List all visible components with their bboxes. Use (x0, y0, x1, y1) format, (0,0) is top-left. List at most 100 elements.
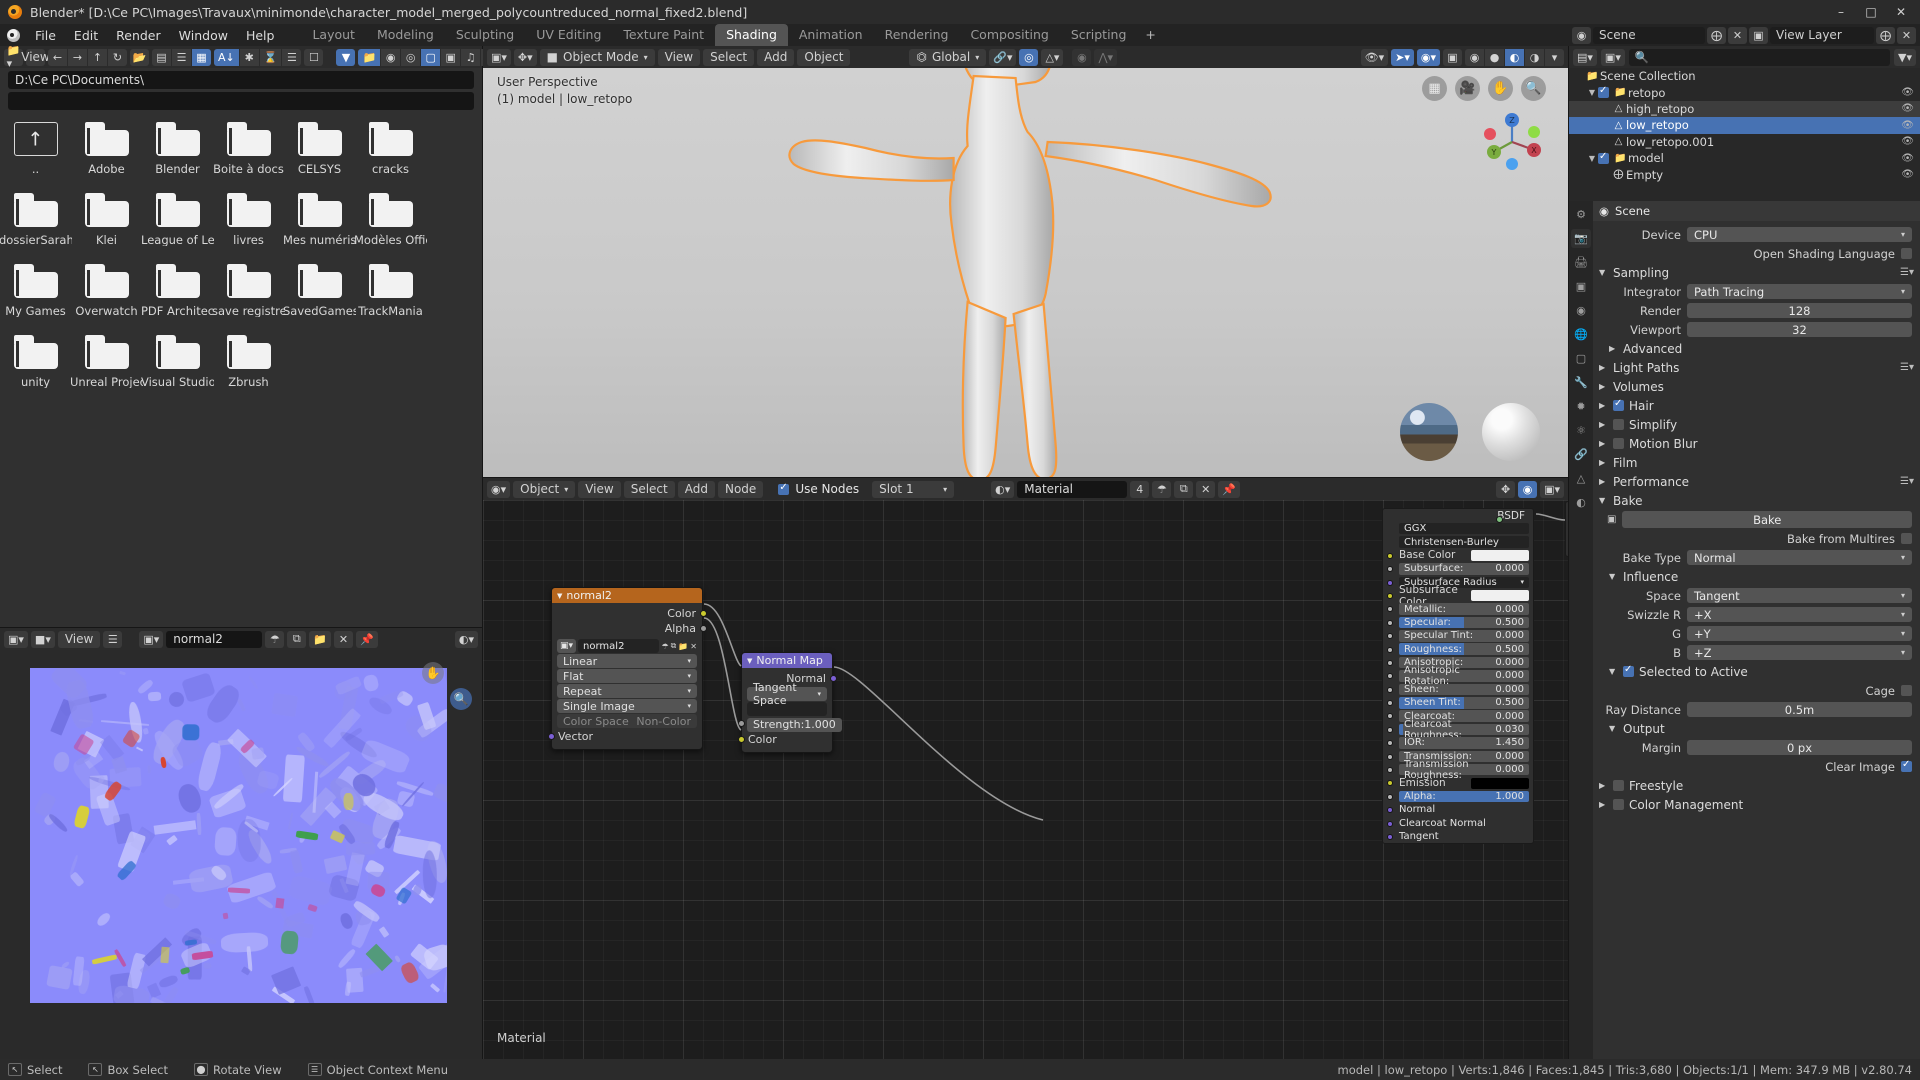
bsdf-socket[interactable] (1387, 794, 1393, 800)
sort-alpha-icon[interactable]: A↓ (214, 49, 239, 66)
socket-alpha[interactable] (700, 625, 707, 632)
section-presets-icon[interactable]: ☰▾ (1900, 476, 1914, 487)
shading-options-icon[interactable]: ▾ (1545, 49, 1564, 66)
scene-datablock-icon[interactable]: ◉ (1572, 27, 1591, 44)
open-icon[interactable]: 📁 (309, 631, 331, 648)
bsdf-param-row[interactable]: IOR: 1.450 (1383, 736, 1533, 749)
scene-field[interactable]: Scene (1593, 27, 1705, 44)
close-button[interactable]: ✕ (1886, 0, 1916, 24)
bake-from-multires-checkbox[interactable] (1901, 533, 1912, 544)
swizzle-g-dropdown[interactable]: +Y (1687, 626, 1912, 641)
thumbnail-grid-icon[interactable]: ▦ (192, 49, 211, 66)
pin-icon[interactable]: 📌 (356, 631, 378, 648)
filter-image-icon[interactable]: ▢ (421, 49, 440, 66)
image-name-field[interactable]: normal2 (166, 631, 262, 648)
bsdf-param-row[interactable]: Base Color (1383, 549, 1533, 562)
projection-dropdown[interactable]: Flat ▾ (557, 669, 697, 683)
socket-vector[interactable] (548, 733, 555, 740)
socket-strength[interactable] (738, 720, 745, 727)
hamburger-icon[interactable]: ☰ (103, 631, 122, 648)
node-input-vector[interactable]: Vector (552, 729, 702, 744)
object-tab[interactable]: ▢ (1571, 349, 1591, 368)
view-layer-mode-icon[interactable]: ▣▾ (1601, 49, 1625, 66)
hand-icon[interactable]: ✋ (422, 662, 444, 684)
bsdf-param-row[interactable]: Normal (1383, 803, 1533, 816)
socket-color-in[interactable] (738, 736, 745, 743)
bsdf-socket[interactable] (1387, 633, 1393, 639)
outliner-row[interactable]: △ low_retopo 👁 (1569, 117, 1920, 133)
normal-space-dropdown[interactable]: Tangent Space ▾ (747, 687, 827, 701)
file-path-input[interactable]: D:\Ce PC\Documents\ (8, 71, 474, 89)
osl-checkbox[interactable] (1901, 248, 1912, 259)
filter-blend-backup-icon[interactable]: ◎ (401, 49, 420, 66)
colorspace-dropdown[interactable]: Color Space Non-Color (557, 714, 697, 728)
bsdf-socket[interactable] (1387, 713, 1393, 719)
bsdf-param-row[interactable]: Subsurface: 0.000 (1383, 562, 1533, 575)
material-name-field[interactable]: Material (1017, 481, 1127, 498)
box-select-icon[interactable]: ☐ (304, 49, 323, 66)
hand-icon[interactable]: ✋ (1488, 76, 1513, 101)
tab-add-workspace[interactable]: + (1137, 24, 1163, 46)
bsdf-param-row[interactable]: Subsurface Color (1383, 589, 1533, 602)
output-header[interactable]: ▼ Output (1593, 719, 1920, 738)
collapse-triangle-icon[interactable]: ▼ (747, 657, 752, 665)
material-datablock-icon[interactable]: ◐▾ (991, 481, 1014, 498)
new-scene-icon[interactable]: ⨁ (1707, 27, 1726, 44)
bsdf-param-row[interactable]: Anisotropic Rotation: 0.000 (1383, 669, 1533, 682)
source-dropdown[interactable]: Single Image ▾ (557, 699, 697, 713)
node-principled-bsdf[interactable]: BSDF GGX Christensen-Burley Base Color Su… (1382, 508, 1534, 844)
extension-dropdown[interactable]: Repeat ▾ (557, 684, 697, 698)
render-samples-value[interactable]: 128 (1687, 303, 1912, 318)
file-item[interactable]: save registre (213, 264, 284, 317)
viewport-3d[interactable]: ▣▾ ✥▾ ■ Object Mode ▾ View Select Add Ob… (483, 46, 1568, 478)
blender-menu-icon[interactable] (0, 24, 26, 46)
sort-size-icon[interactable]: ☰ (282, 49, 301, 66)
shader-menu-view[interactable]: View (578, 481, 620, 498)
file-item[interactable]: unity (0, 335, 71, 388)
bsdf-socket[interactable] (1387, 660, 1393, 666)
properties-section-header[interactable]: ▶ Simplify (1593, 415, 1920, 434)
image-datablock-icon[interactable]: ▣▾ (139, 631, 163, 648)
properties-section-header[interactable]: ▶ Volumes (1593, 377, 1920, 396)
sort-ext-icon[interactable]: ✱ (240, 49, 259, 66)
filter-folder-icon[interactable]: 📁 (358, 49, 380, 66)
node-snap-icon[interactable]: ✥ (1496, 481, 1515, 498)
new-viewlayer-icon[interactable]: ⨁ (1876, 27, 1895, 44)
advanced-header[interactable]: ▶ Advanced (1593, 339, 1920, 358)
node-input-color[interactable]: Color (742, 732, 832, 747)
integrator-dropdown[interactable]: Path Tracing (1687, 284, 1912, 299)
world-tab[interactable]: 🌐 (1571, 325, 1591, 344)
file-item[interactable]: My Games (0, 264, 71, 317)
outliner-row[interactable]: △ low_retopo.001 👁 (1569, 134, 1920, 150)
tab-scripting[interactable]: Scripting (1060, 24, 1138, 46)
bsdf-param-row[interactable]: Metallic: 0.000 (1383, 602, 1533, 615)
bsdf-socket[interactable] (1387, 821, 1393, 827)
bsdf-socket[interactable] (1387, 834, 1393, 840)
bsdf-socket[interactable] (1387, 673, 1393, 679)
section-checkbox[interactable] (1613, 419, 1624, 430)
properties-section-header[interactable]: ▶ Hair (1593, 396, 1920, 415)
tab-texture-paint[interactable]: Texture Paint (612, 24, 715, 46)
properties-section-header[interactable]: ▶ Color Management (1593, 795, 1920, 814)
visibility-eye-icon[interactable]: 👁 (1901, 87, 1914, 98)
socket-color[interactable] (700, 610, 707, 617)
shield-icon[interactable]: ☂ (661, 642, 668, 651)
node-normal-map[interactable]: ▼ Normal Map Normal Tangent Space ▾ Stre… (741, 652, 833, 753)
grid-icon[interactable]: ▦ (1422, 76, 1447, 101)
transform-orientation-dropdown[interactable]: ⏣ Global ▾ (909, 49, 986, 66)
file-item[interactable]: CELSYS (284, 122, 355, 175)
bsdf-socket[interactable] (1387, 647, 1393, 653)
visibility-eye-icon[interactable]: 👁 (1901, 169, 1914, 180)
bsdf-param-row[interactable]: Specular: 0.500 (1383, 616, 1533, 629)
remove-viewlayer-icon[interactable]: ✕ (1897, 27, 1916, 44)
bake-type-dropdown[interactable]: Normal (1687, 550, 1912, 565)
magnet-icon[interactable]: 🔗▾ (989, 49, 1016, 66)
outliner-row[interactable]: ▼📁model👁 (1569, 150, 1920, 166)
image-view-menu[interactable]: View (58, 631, 100, 648)
bsdf-socket[interactable] (1387, 606, 1393, 612)
list-short-icon[interactable]: ☰ (172, 49, 191, 66)
properties-section-header[interactable]: ▶ Motion Blur (1593, 434, 1920, 453)
menu-edit[interactable]: Edit (65, 24, 107, 46)
node-input-strength[interactable]: Strength: 1.000 (742, 717, 832, 732)
file-browser-view-menu[interactable]: View (26, 49, 45, 66)
